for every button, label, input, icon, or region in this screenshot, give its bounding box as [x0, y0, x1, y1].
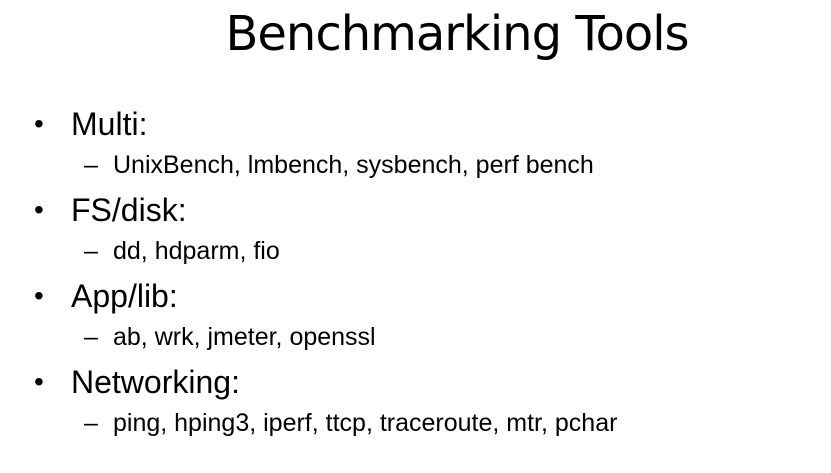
bullet-label: FS/disk:	[71, 192, 187, 228]
bullet-marker: •	[34, 194, 44, 225]
bullet-label: App/lib:	[71, 278, 178, 314]
sub-bullet-text: UnixBench, lmbench, sysbench, perf bench	[113, 151, 594, 179]
bullet-marker: •	[34, 108, 44, 139]
bullet-label: Networking:	[71, 364, 240, 400]
sub-bullet-marker: –	[84, 151, 98, 179]
bullet-marker: •	[34, 280, 44, 311]
slide: Benchmarking Tools • Multi: – UnixBench,…	[0, 0, 831, 473]
sub-bullet-text: ab, wrk, jmeter, openssl	[113, 323, 376, 351]
sub-bullet-text: ping, hping3, iperf, ttcp, traceroute, m…	[113, 409, 618, 437]
sub-bullet-marker: –	[84, 323, 98, 351]
bullet-marker: •	[34, 366, 44, 397]
bullet-label: Multi:	[71, 106, 148, 142]
sub-bullet-marker: –	[84, 409, 98, 437]
slide-title: Benchmarking Tools	[225, 6, 689, 62]
sub-bullet-text: dd, hdparm, fio	[113, 237, 280, 265]
sub-bullet-marker: –	[84, 237, 98, 265]
